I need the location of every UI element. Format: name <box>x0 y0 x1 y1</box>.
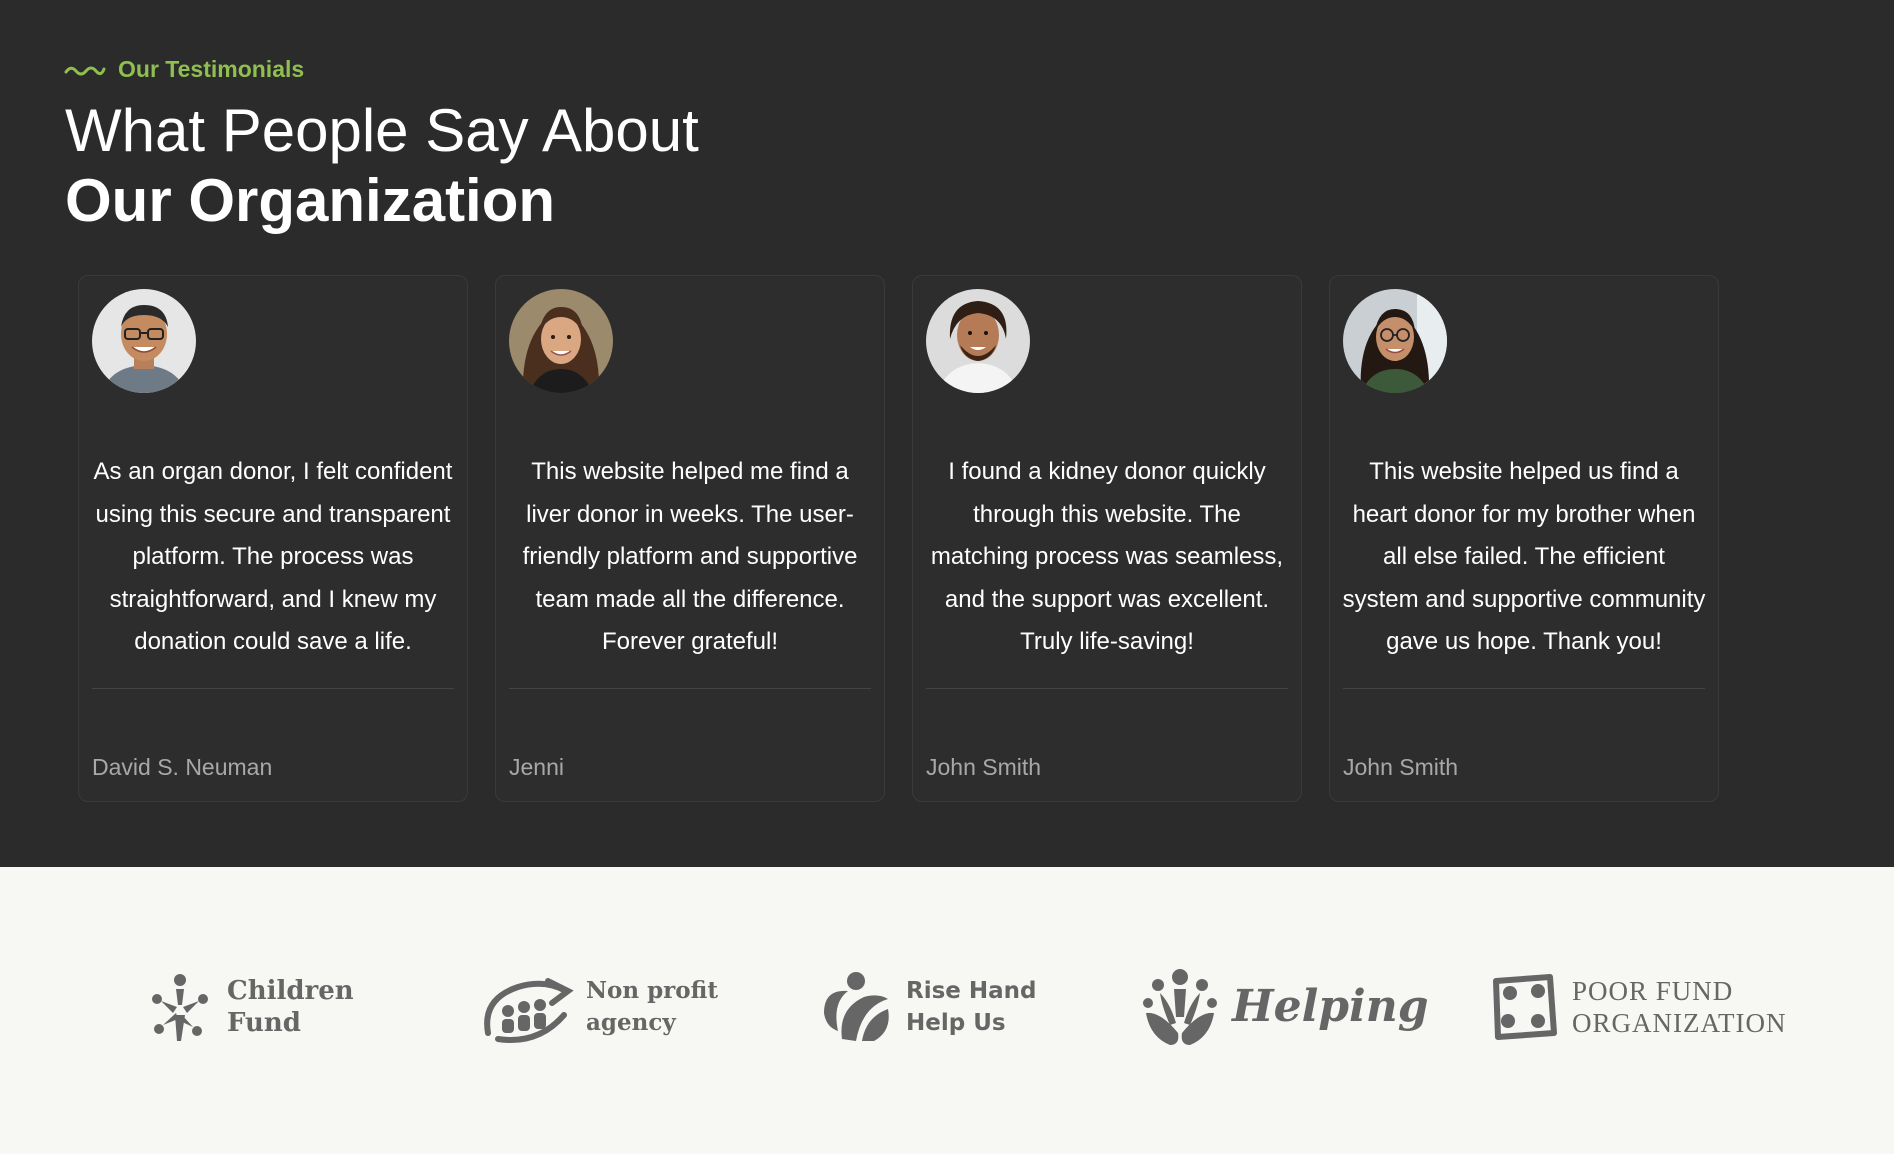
partner-name-line2: agency <box>586 1009 676 1036</box>
testimonial-cards: As an organ donor, I felt confident usin… <box>78 275 1719 802</box>
partner-name-line1: Non profit <box>586 977 718 1004</box>
partner-logo-helping[interactable]: Helping <box>1140 967 1429 1047</box>
avatar-woman-curly-hair <box>509 289 613 393</box>
partner-name-line2: ORGANIZATION <box>1572 1008 1787 1038</box>
testimonial-author: John Smith <box>926 754 1042 780</box>
partner-logo-rise-hand[interactable]: Rise Hand Help Us <box>818 967 1037 1047</box>
section-eyebrow: Our Testimonials <box>64 56 304 83</box>
testimonial-card: I found a kidney donor quickly through t… <box>912 275 1302 802</box>
testimonial-author: David S. Neuman <box>92 754 273 780</box>
testimonial-quote: This website helped me find a liver dono… <box>522 458 858 655</box>
eyebrow-label: Our Testimonials <box>118 56 305 82</box>
partner-name-line2: Fund <box>227 1008 301 1038</box>
partner-logo-poor-fund[interactable]: POOR FUND ORGANIZATION <box>1488 967 1786 1047</box>
testimonial-quote: As an organ donor, I felt confident usin… <box>93 458 453 655</box>
partner-name-line1: Rise Hand <box>906 978 1037 1004</box>
card-divider <box>92 688 454 689</box>
wave-icon <box>64 66 106 75</box>
card-divider <box>509 688 871 689</box>
partner-name: Non profit agency <box>586 975 718 1039</box>
testimonial-author: John Smith <box>1343 754 1459 780</box>
testimonial-quote: This website helped us find a heart dono… <box>1342 458 1706 655</box>
partner-logo-children-fund[interactable]: Children Fund <box>145 967 354 1047</box>
helping-icon <box>1143 969 1217 1045</box>
partner-name-line1: Helping <box>1232 981 1429 1032</box>
avatar-woman-glasses <box>1343 289 1447 393</box>
section-heading: What People Say About Our Organization <box>65 96 699 236</box>
avatar-man-glasses <box>92 289 196 393</box>
heading-line2: Our Organization <box>65 167 556 234</box>
non-profit-agency-icon <box>484 978 574 1043</box>
testimonial-card: This website helped us find a heart dono… <box>1329 275 1719 802</box>
heading-line1: What People Say About <box>65 97 699 164</box>
partner-logo-non-profit-agency[interactable]: Non profit agency <box>478 967 718 1047</box>
partners-logo-strip: Children Fund Non profit agency Rise Han… <box>0 867 1894 1154</box>
partner-name: Helping <box>1232 982 1429 1032</box>
children-fund-icon <box>152 974 208 1041</box>
partner-name: Children Fund <box>227 975 354 1039</box>
partner-name: POOR FUND ORGANIZATION <box>1572 975 1786 1039</box>
testimonial-author: Jenni <box>509 754 564 780</box>
poor-fund-icon <box>1493 974 1557 1040</box>
partner-name-line1: POOR FUND <box>1572 976 1734 1006</box>
testimonials-section: Our Testimonials What People Say About O… <box>0 0 1894 867</box>
partner-name: Rise Hand Help Us <box>906 975 1037 1039</box>
testimonial-card: As an organ donor, I felt confident usin… <box>78 275 468 802</box>
partner-name-line2: Help Us <box>906 1010 1006 1036</box>
avatar-man-beard <box>926 289 1030 393</box>
testimonial-quote: I found a kidney donor quickly through t… <box>930 458 1284 655</box>
card-divider <box>1343 688 1705 689</box>
testimonial-card: This website helped me find a liver dono… <box>495 275 885 802</box>
rise-hand-icon <box>824 972 889 1041</box>
partner-name-line1: Children <box>227 976 354 1006</box>
card-divider <box>926 688 1288 689</box>
